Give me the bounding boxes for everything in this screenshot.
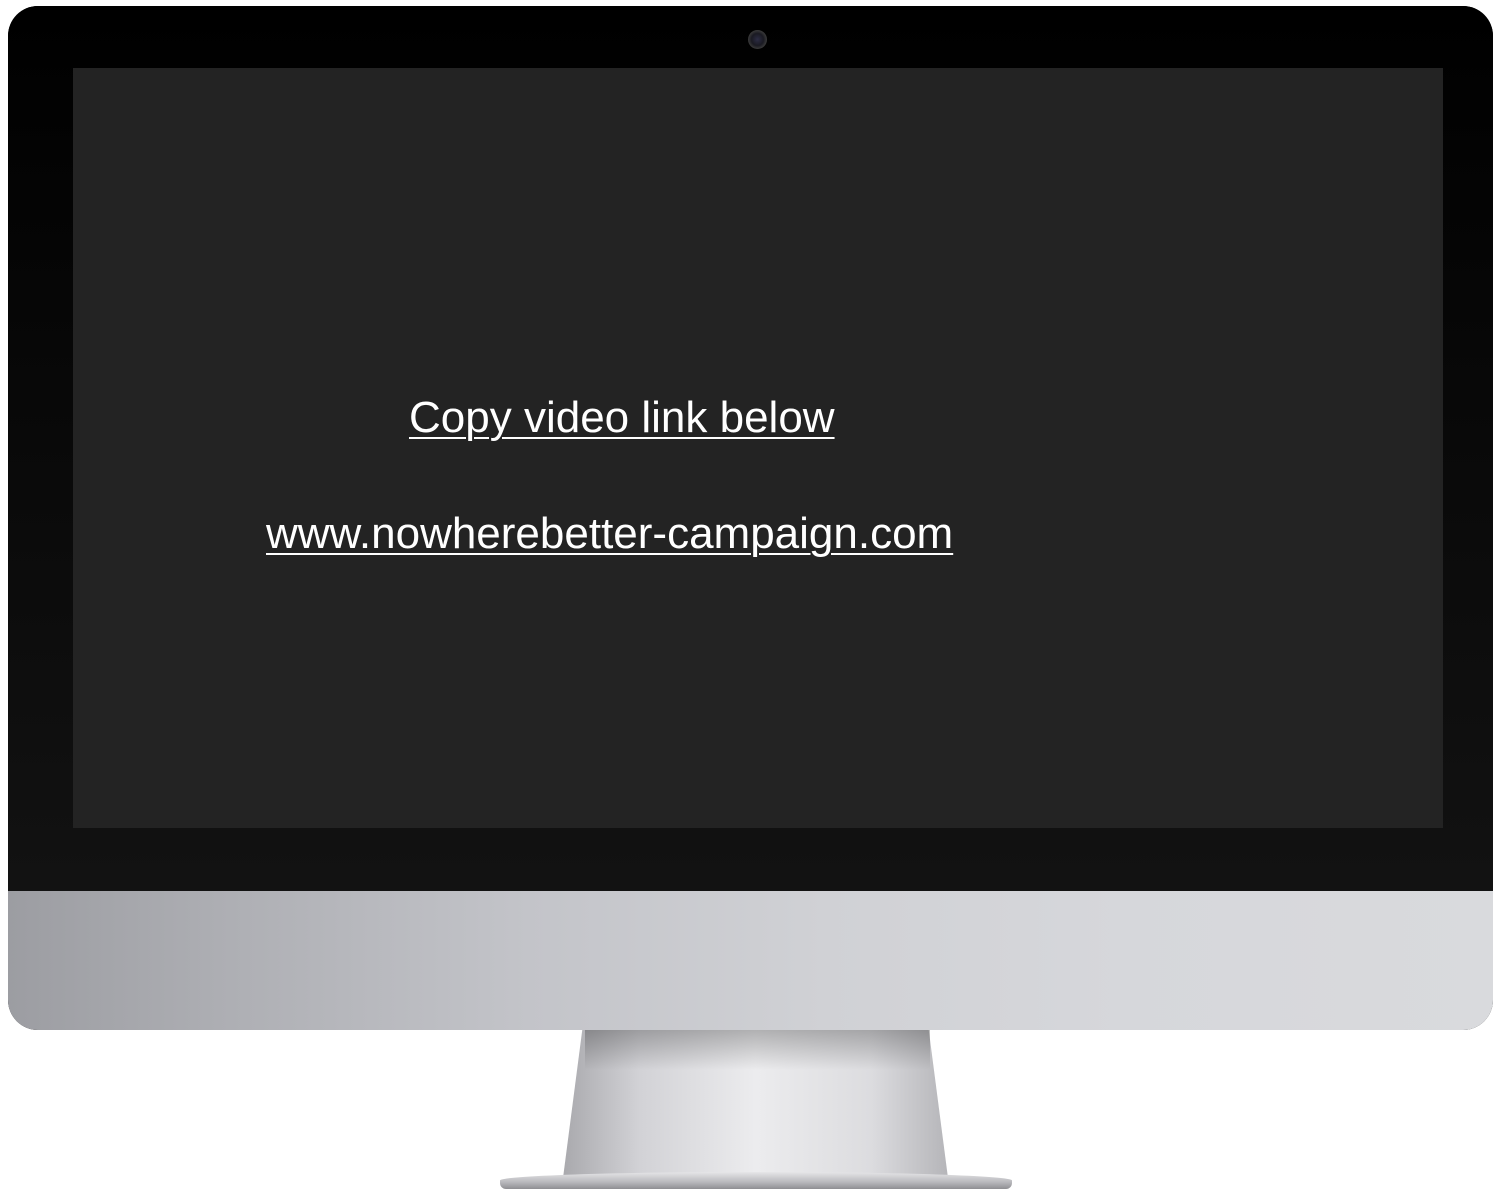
webcam-icon	[748, 30, 767, 49]
monitor-screen	[73, 68, 1443, 828]
stand-shadow	[585, 1030, 930, 1070]
monitor-chin	[8, 891, 1493, 1030]
monitor-base	[500, 1172, 1012, 1189]
copy-instruction-text: Copy video link below	[409, 393, 835, 442]
video-link[interactable]: www.nowherebetter-campaign.com	[266, 509, 953, 559]
monitor-mockup: Copy video link below www.nowherebetter-…	[0, 0, 1493, 1189]
monitor-bezel	[8, 6, 1493, 891]
